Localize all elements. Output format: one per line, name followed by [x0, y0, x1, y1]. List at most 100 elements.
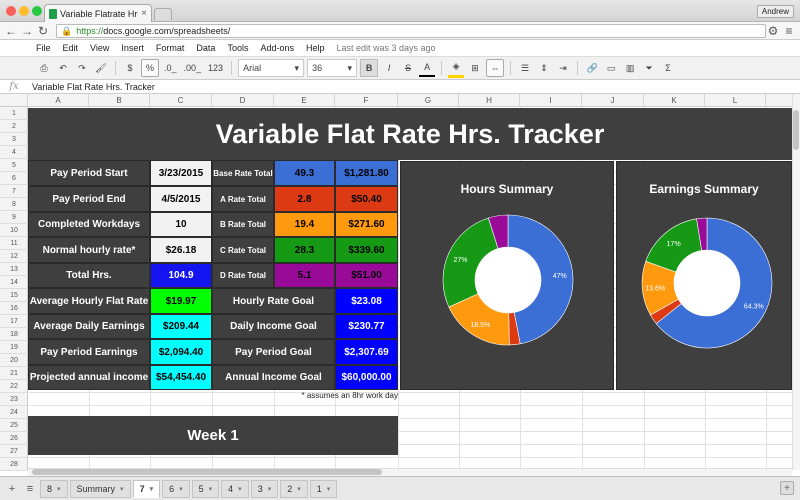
label-normal-hourly-rate[interactable]: Normal hourly rate*	[28, 237, 150, 263]
vertical-scroll-thumb[interactable]	[793, 110, 799, 150]
menu-file[interactable]: File	[36, 43, 51, 53]
row-header[interactable]: 26	[0, 432, 28, 445]
label-pay-period-earnings[interactable]: Pay Period Earnings	[28, 339, 150, 365]
column-header[interactable]: G	[398, 94, 459, 107]
insert-link-icon[interactable]: 🔗	[584, 60, 600, 76]
row-header[interactable]: 7	[0, 185, 28, 198]
select-all-corner[interactable]	[0, 94, 28, 107]
user-profile-button[interactable]: Andrew	[756, 5, 794, 18]
row-header[interactable]: 9	[0, 211, 28, 224]
row-header[interactable]: 3	[0, 133, 28, 146]
column-header[interactable]: K	[644, 94, 705, 107]
paint-format-icon[interactable]: 🖌	[93, 60, 109, 76]
decrease-decimal-button[interactable]: .0_	[162, 60, 179, 76]
currency-format-button[interactable]: $	[122, 60, 138, 76]
value-total-hrs[interactable]: 104.9	[150, 263, 212, 288]
row-header[interactable]: 14	[0, 276, 28, 289]
insert-comment-icon[interactable]: ▭	[603, 60, 619, 76]
row-header[interactable]: 1	[0, 107, 28, 120]
row-header[interactable]: 5	[0, 159, 28, 172]
column-header[interactable]: A	[28, 94, 89, 107]
amt-b-rate[interactable]: $271.60	[335, 212, 398, 237]
bold-button[interactable]: B	[360, 59, 379, 77]
amt-base-rate[interactable]: $1,281.80	[335, 160, 398, 186]
value-average-hourly-flat-rate[interactable]: $19.97	[150, 288, 212, 314]
menu-data[interactable]: Data	[196, 43, 215, 53]
forward-arrow-icon[interactable]: →	[20, 23, 34, 39]
tracker-title-banner[interactable]: Variable Flat Rate Hrs. Tracker	[28, 108, 792, 160]
earnings-summary-chart[interactable]: Earnings Summary 64.3% 13.6% 17%	[616, 161, 792, 390]
footnote-8hr-work-day[interactable]: * assumes an 8hr work day	[260, 391, 399, 403]
sheet-tab[interactable]: 6 ▾	[162, 479, 190, 498]
last-edit-status[interactable]: Last edit was 3 days ago	[337, 43, 436, 53]
label-pay-period-end[interactable]: Pay Period End	[28, 186, 150, 212]
print-icon[interactable]: ⎙	[36, 60, 52, 76]
insert-chart-icon[interactable]: ▥	[622, 60, 638, 76]
menu-help[interactable]: Help	[306, 43, 325, 53]
back-arrow-icon[interactable]: ←	[4, 23, 18, 39]
row-header[interactable]: 6	[0, 172, 28, 185]
hrs-a-rate[interactable]: 2.8	[274, 186, 335, 212]
sheet-tab-active[interactable]: 7 ▾	[132, 479, 161, 498]
text-wrap-icon[interactable]: ⇥	[555, 60, 571, 76]
value-projected-annual-income[interactable]: $54,454.40	[150, 365, 212, 390]
formula-input[interactable]: Variable Flat Rate Hrs. Tracker	[28, 82, 155, 92]
redo-icon[interactable]: ↷	[74, 60, 90, 76]
menu-insert[interactable]: Insert	[121, 43, 144, 53]
increase-decimal-button[interactable]: .00_	[182, 60, 204, 76]
horizontal-scroll-thumb[interactable]	[32, 469, 382, 475]
vertical-scrollbar[interactable]	[792, 94, 800, 470]
amt-c-rate[interactable]: $339.60	[335, 237, 398, 263]
more-formats-button[interactable]: 123	[206, 60, 225, 76]
row-header[interactable]: 18	[0, 328, 28, 341]
column-header[interactable]: E	[274, 94, 335, 107]
value-average-daily-earnings[interactable]: $209.44	[150, 314, 212, 339]
label-c-rate-total[interactable]: C Rate Total	[212, 237, 274, 263]
row-header[interactable]: 28	[0, 458, 28, 471]
value-annual-income-goal[interactable]: $60,000.00	[335, 365, 398, 390]
column-header[interactable]: C	[150, 94, 212, 107]
amt-a-rate[interactable]: $50.40	[335, 186, 398, 212]
vertical-align-icon[interactable]: ⇕	[536, 60, 552, 76]
value-hourly-rate-goal[interactable]: $23.08	[335, 288, 398, 314]
menu-view[interactable]: View	[90, 43, 109, 53]
column-header[interactable]: J	[582, 94, 644, 107]
all-sheets-list-button[interactable]: ≡	[22, 481, 38, 497]
row-header[interactable]: 2	[0, 120, 28, 133]
label-projected-annual-income[interactable]: Projected annual income	[28, 365, 150, 390]
menu-tools[interactable]: Tools	[227, 43, 248, 53]
hrs-c-rate[interactable]: 28.3	[274, 237, 335, 263]
percent-format-button[interactable]: %	[141, 59, 159, 77]
row-header[interactable]: 17	[0, 315, 28, 328]
maximize-window-icon[interactable]	[32, 6, 42, 16]
merge-cells-icon[interactable]: ⇔	[486, 59, 505, 77]
horizontal-align-icon[interactable]: ☰	[517, 60, 533, 76]
label-d-rate-total[interactable]: D Rate Total	[212, 263, 274, 288]
column-header[interactable]: I	[520, 94, 582, 107]
row-header[interactable]: 25	[0, 419, 28, 432]
menu-addons[interactable]: Add-ons	[260, 43, 294, 53]
row-header[interactable]: 23	[0, 393, 28, 406]
new-tab-button[interactable]	[154, 8, 172, 20]
browser-menu-icon[interactable]: ≡	[782, 23, 796, 39]
borders-icon[interactable]: ⊞	[467, 60, 483, 76]
row-header[interactable]: 8	[0, 198, 28, 211]
font-family-select[interactable]: Arial ▾	[238, 59, 305, 77]
sheet-tab[interactable]: 2 ▾	[280, 479, 308, 498]
value-daily-income-goal[interactable]: $230.77	[335, 314, 398, 339]
column-header[interactable]: D	[212, 94, 274, 107]
sheet-tab[interactable]: 3 ▾	[250, 479, 279, 498]
label-total-hrs[interactable]: Total Hrs.	[28, 263, 150, 288]
column-header[interactable]: H	[459, 94, 520, 107]
row-header[interactable]: 27	[0, 445, 28, 458]
value-pay-period-goal[interactable]: $2,307.69	[335, 339, 398, 365]
label-hourly-rate-goal[interactable]: Hourly Rate Goal	[212, 288, 335, 314]
sheet-tab[interactable]: Summary ▾	[69, 479, 131, 498]
menu-edit[interactable]: Edit	[63, 43, 79, 53]
value-normal-hourly-rate[interactable]: $26.18	[150, 237, 212, 263]
value-pay-period-end[interactable]: 4/5/2015	[150, 186, 212, 212]
label-average-hourly-flat-rate[interactable]: Average Hourly Flat Rate	[28, 288, 150, 314]
row-header[interactable]: 19	[0, 341, 28, 354]
label-annual-income-goal[interactable]: Annual Income Goal	[212, 365, 335, 390]
column-header[interactable]: F	[335, 94, 398, 107]
